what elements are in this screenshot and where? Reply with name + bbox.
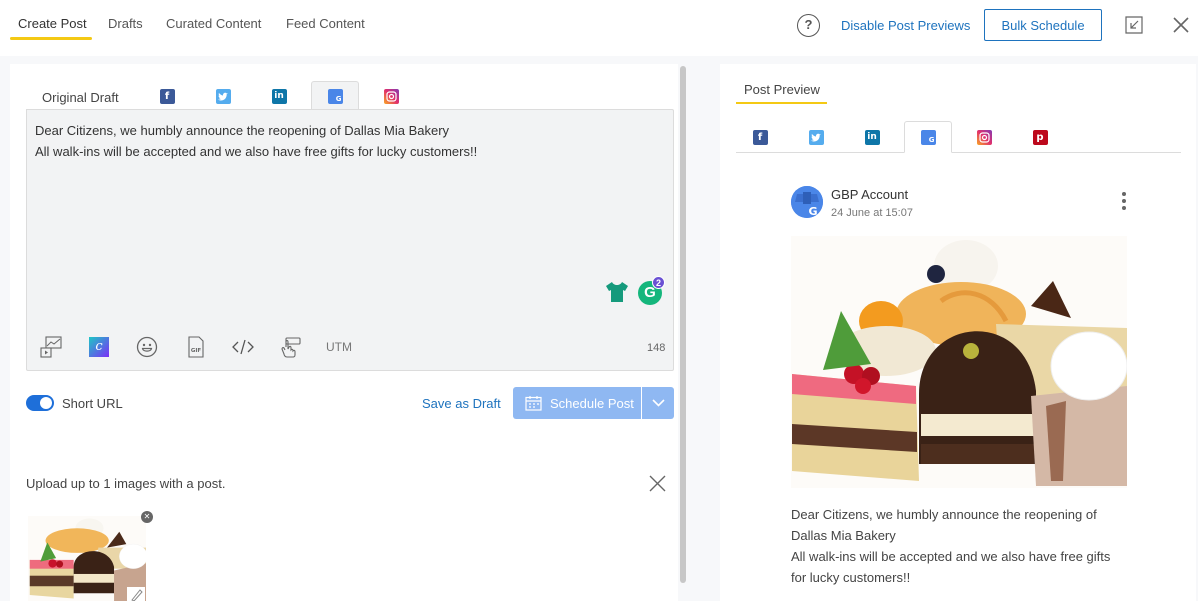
- grammarly-suggestion-count: 2: [652, 276, 665, 289]
- instagram-icon: [976, 129, 992, 145]
- preview-tab-pinterest[interactable]: p: [1016, 121, 1064, 153]
- emoji-icon[interactable]: [135, 335, 159, 359]
- active-tab-indicator: [10, 37, 92, 40]
- facebook-icon: f: [159, 88, 175, 104]
- pinterest-icon: p: [1032, 129, 1048, 145]
- svg-text:GIF: GIF: [191, 348, 202, 354]
- twitter-icon: [215, 88, 231, 104]
- tab-create-post[interactable]: Create Post: [18, 16, 87, 31]
- pastry-image: [791, 236, 1127, 488]
- schedule-post-label: Schedule Post: [550, 395, 634, 411]
- account-name: GBP Account: [831, 187, 909, 202]
- character-count: 148: [647, 342, 666, 354]
- instagram-icon: [383, 88, 399, 104]
- linkedin-icon: in: [864, 129, 880, 145]
- linkedin-icon: in: [271, 88, 287, 104]
- top-bar: Create Post Drafts Curated Content Feed …: [0, 0, 1198, 56]
- facebook-icon: f: [752, 129, 768, 145]
- gif-icon[interactable]: GIF: [184, 335, 208, 359]
- close-upload-icon[interactable]: [649, 475, 666, 492]
- composer-tab-google-business[interactable]: G: [311, 81, 359, 110]
- tab-curated-content[interactable]: Curated Content: [166, 16, 261, 31]
- code-icon[interactable]: [231, 335, 255, 359]
- composer-tab-facebook[interactable]: f: [143, 82, 191, 110]
- post-text-editor[interactable]: Dear Citizens, we humbly announce the re…: [26, 109, 674, 371]
- chevron-down-icon: [651, 399, 665, 407]
- twitter-icon: [808, 129, 824, 145]
- bulk-schedule-button[interactable]: Bulk Schedule: [984, 9, 1102, 41]
- more-options-icon[interactable]: [1118, 192, 1130, 214]
- hand-pointer-icon[interactable]: [279, 335, 303, 359]
- tab-original-draft[interactable]: Original Draft: [42, 90, 119, 105]
- tab-feed-content[interactable]: Feed Content: [286, 16, 365, 31]
- question-circle-icon[interactable]: ?: [797, 14, 820, 37]
- short-url-label: Short URL: [62, 396, 123, 411]
- save-as-draft-button[interactable]: Save as Draft: [422, 396, 501, 411]
- edit-image-icon[interactable]: [127, 587, 145, 601]
- toggle-knob: [40, 397, 52, 409]
- short-url-toggle[interactable]: [26, 395, 54, 411]
- tab-drafts[interactable]: Drafts: [108, 16, 143, 31]
- composer-tab-twitter[interactable]: [199, 82, 247, 110]
- utm-button[interactable]: UTM: [326, 340, 352, 354]
- calendar-icon: [525, 396, 542, 411]
- preview-title-underline: [736, 102, 827, 104]
- upload-instructions: Upload up to 1 images with a post.: [26, 476, 226, 491]
- tshirt-icon[interactable]: [605, 281, 629, 303]
- close-icon[interactable]: [1172, 16, 1190, 34]
- media-library-icon[interactable]: [39, 335, 63, 359]
- disable-post-previews-link[interactable]: Disable Post Previews: [841, 18, 970, 33]
- google-business-icon: G: [327, 88, 343, 104]
- composer-tab-instagram[interactable]: [367, 82, 415, 110]
- remove-image-button[interactable]: ✕: [141, 511, 153, 523]
- preview-tab-twitter[interactable]: [792, 121, 840, 153]
- google-business-icon: G: [920, 129, 936, 145]
- schedule-post-button[interactable]: Schedule Post: [513, 387, 641, 419]
- post-preview-title: Post Preview: [744, 82, 820, 97]
- post-date: 24 June at 15:07: [831, 207, 913, 219]
- post-text[interactable]: Dear Citizens, we humbly announce the re…: [35, 120, 477, 162]
- composer-tab-linkedin[interactable]: in: [255, 82, 303, 110]
- preview-tab-facebook[interactable]: f: [736, 121, 784, 153]
- composer-scrollbar[interactable]: [680, 66, 686, 583]
- canva-icon[interactable]: c: [87, 335, 111, 359]
- preview-tab-linkedin[interactable]: in: [848, 121, 896, 153]
- preview-tab-instagram[interactable]: [960, 121, 1008, 153]
- account-avatar: G: [791, 186, 823, 218]
- preview-post-text: Dear Citizens, we humbly announce the re…: [791, 507, 1111, 585]
- preview-tab-google-business[interactable]: G: [904, 121, 952, 153]
- schedule-options-dropdown[interactable]: [641, 387, 674, 419]
- minimize-icon[interactable]: [1125, 16, 1143, 34]
- preview-post-image: [791, 236, 1127, 488]
